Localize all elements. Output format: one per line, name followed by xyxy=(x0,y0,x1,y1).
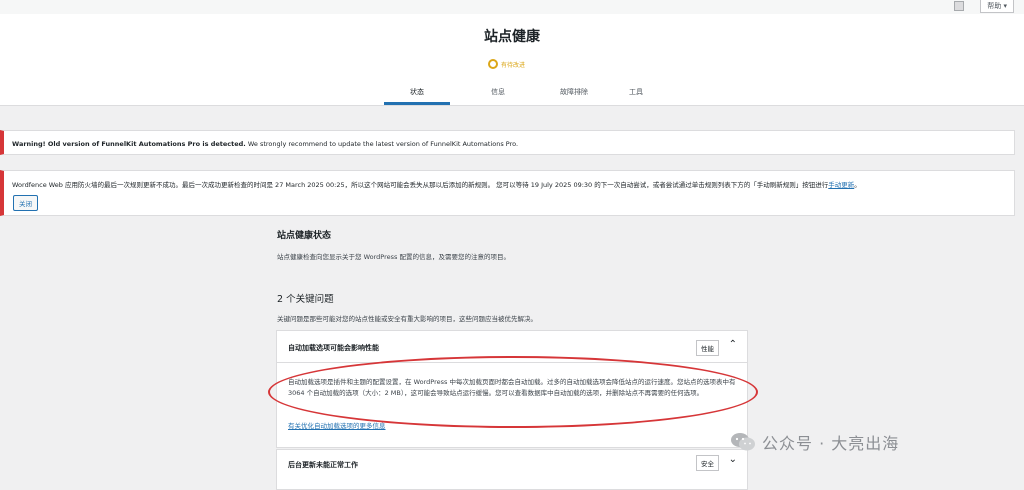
notice-text: We strongly recommend to update the late… xyxy=(245,140,519,148)
status-progress-icon xyxy=(488,59,498,69)
issue-title: 后台更新未能正常工作 xyxy=(288,461,358,469)
notice-text: Wordfence Web 应用防火墙的最后一次规则更新不成功。最后一次成功更新… xyxy=(12,181,829,189)
chevron-down-icon[interactable]: ⌄ xyxy=(729,454,737,466)
section-title: 站点健康状态 xyxy=(277,231,332,241)
tab-info[interactable]: 信息 xyxy=(470,87,526,105)
watermark-text: 公众号 · 大亮出海 xyxy=(762,434,900,453)
learn-more-link[interactable]: 有关优化自动加载选项的更多信息 xyxy=(288,420,386,430)
health-status-indicator: 有待改进 xyxy=(488,59,525,69)
tab-status[interactable]: 状态 xyxy=(384,87,450,105)
issue-accordion-background-updates[interactable]: 后台更新未能正常工作 安全 ⌄ xyxy=(276,449,748,490)
watermark: 公众号 · 大亮出海 xyxy=(730,430,899,454)
issue-accordion-autoload: 自动加载选项可能会影响性能 性能 ⌃ 自动加载选项是插件和主题的配置设置，在 W… xyxy=(276,330,748,448)
dismiss-button[interactable]: 关闭 xyxy=(13,195,38,211)
site-health-header: 站点健康 有待改进 状态 信息 故障排除 工具 xyxy=(0,14,1024,106)
status-label: 有待改进 xyxy=(501,61,526,69)
section-description: 站点健康检查向您显示关于您 WordPress 配置的信息，及需要您的注意的项目… xyxy=(277,253,510,261)
avatar[interactable] xyxy=(954,1,964,11)
notice-bold-text: Warning! Old version of FunnelKit Automa… xyxy=(12,140,246,148)
help-button[interactable]: 帮助 ▾ xyxy=(980,0,1014,13)
category-badge: 性能 xyxy=(696,340,719,356)
critical-issues-description: 关键问题是那些可能对您的站点性能或安全有重大影响的项目，这些问题应当被优先解决。 xyxy=(277,315,537,323)
wechat-logo-icon xyxy=(731,433,755,451)
wordfence-notice: Wordfence Web 应用防火墙的最后一次规则更新不成功。最后一次成功更新… xyxy=(0,170,1015,216)
accordion-header[interactable]: 自动加载选项可能会影响性能 性能 ⌃ xyxy=(277,331,747,363)
issue-description: 自动加载选项是插件和主题的配置设置，在 WordPress 中每次加载页面时都会… xyxy=(288,378,736,397)
tab-tools[interactable]: 工具 xyxy=(608,87,664,105)
category-badge: 安全 xyxy=(696,455,719,471)
manual-update-link[interactable]: 手动更新 xyxy=(828,181,854,189)
page-title: 站点健康 xyxy=(484,29,540,45)
tab-bar: 状态 信息 故障排除 工具 xyxy=(384,87,664,105)
issue-title: 自动加载选项可能会影响性能 xyxy=(288,344,379,352)
funnelkit-warning-notice: Warning! Old version of FunnelKit Automa… xyxy=(0,130,1015,155)
admin-topbar: 帮助 ▾ xyxy=(0,0,1024,14)
chevron-up-icon[interactable]: ⌃ xyxy=(729,339,737,351)
critical-issues-heading: 2 个关键问题 xyxy=(277,294,334,305)
tab-troubleshoot[interactable]: 故障排除 xyxy=(546,87,602,105)
